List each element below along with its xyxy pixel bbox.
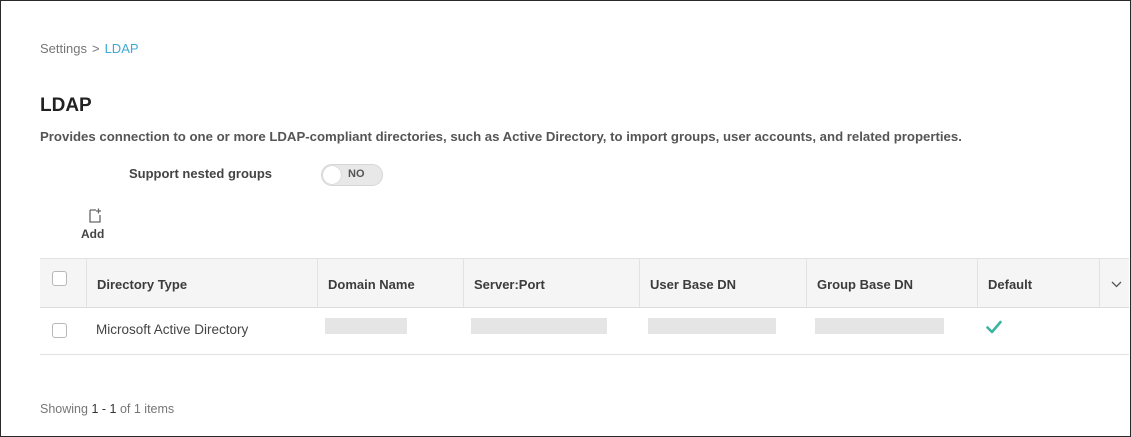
redacted-user-base-dn: [648, 318, 776, 334]
add-document-icon: [89, 208, 101, 223]
select-all-checkbox[interactable]: [52, 271, 67, 286]
breadcrumb: Settings > LDAP: [40, 41, 139, 56]
column-header-user-base-dn[interactable]: User Base DN: [639, 259, 806, 307]
column-header-default[interactable]: Default: [977, 259, 1099, 307]
redacted-server-port: [471, 318, 607, 334]
toggle-knob: [323, 166, 341, 184]
nested-groups-label: Support nested groups: [129, 166, 272, 181]
chevron-down-icon: [1111, 281, 1122, 288]
table-header: Directory Type Domain Name Server:Port U…: [40, 258, 1129, 308]
pagination-range-end: 1: [109, 402, 117, 416]
pagination-summary: Showing 1 - 1 of 1 items: [40, 402, 174, 416]
breadcrumb-separator: >: [91, 41, 100, 56]
add-button[interactable]: Add: [81, 207, 117, 241]
add-label: Add: [81, 227, 105, 241]
column-header-group-base-dn[interactable]: Group Base DN: [806, 259, 977, 307]
breadcrumb-current: LDAP: [104, 41, 139, 56]
pagination-prefix: Showing: [40, 402, 88, 416]
default-check-icon: [986, 320, 1002, 334]
column-header-domain-name[interactable]: Domain Name: [317, 259, 463, 307]
breadcrumb-settings-link[interactable]: Settings: [40, 41, 87, 56]
column-header-server-port[interactable]: Server:Port: [463, 259, 639, 307]
pagination-range-separator: -: [101, 402, 107, 416]
page-frame: Settings > LDAP LDAP Provides connection t…: [0, 0, 1131, 437]
row-checkbox[interactable]: [52, 323, 67, 338]
redacted-domain-name: [325, 318, 407, 334]
pagination-range-start: 1: [91, 402, 99, 416]
ldap-table: Directory Type Domain Name Server:Port U…: [40, 258, 1129, 355]
cell-directory-type: Microsoft Active Directory: [96, 322, 249, 337]
page-description: Provides connection to one or more LDAP-…: [40, 129, 962, 144]
pagination-total: of 1 items: [119, 402, 175, 416]
column-header-directory-type[interactable]: Directory Type: [86, 259, 317, 307]
cell-domain-name: [41, 308, 42, 354]
toggle-state-text: NO: [348, 168, 365, 180]
nested-groups-toggle[interactable]: NO: [321, 164, 383, 186]
column-menu-button[interactable]: [1099, 259, 1129, 307]
redacted-group-base-dn: [815, 318, 944, 334]
page-title: LDAP: [40, 95, 92, 116]
